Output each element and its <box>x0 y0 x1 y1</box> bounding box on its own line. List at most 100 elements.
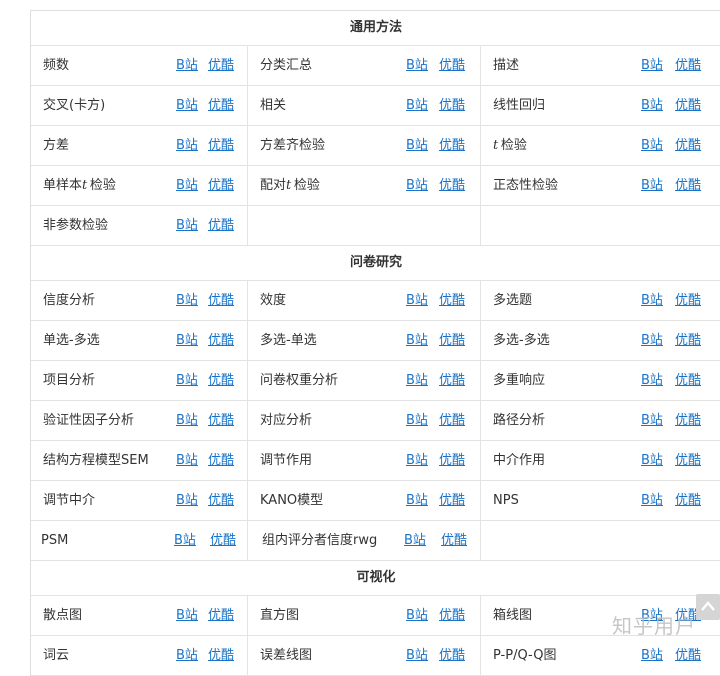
youku-link[interactable]: 优酷 <box>208 596 234 635</box>
bilibili-link[interactable]: B站 <box>176 361 198 400</box>
youku-link[interactable]: 优酷 <box>210 521 236 560</box>
youku-link[interactable]: 优酷 <box>208 321 234 360</box>
method-cell: 描述 B站 优酷 <box>481 46 720 85</box>
bilibili-link[interactable]: B站 <box>641 281 663 320</box>
chevron-up-icon <box>701 601 715 611</box>
method-name: 中介作用 <box>493 441 545 480</box>
youku-link[interactable]: 优酷 <box>439 361 465 400</box>
bilibili-link[interactable]: B站 <box>641 166 663 205</box>
method-name-text: 路径分析 <box>493 413 546 428</box>
youku-link[interactable]: 优酷 <box>675 441 701 480</box>
youku-link[interactable]: 优酷 <box>441 521 467 560</box>
bilibili-link[interactable]: B站 <box>176 441 198 480</box>
bilibili-link[interactable]: B站 <box>641 441 663 480</box>
bilibili-link[interactable]: B站 <box>406 86 428 125</box>
youku-link[interactable]: 优酷 <box>208 361 234 400</box>
method-name: KANO模型 <box>260 481 323 520</box>
youku-link[interactable]: 优酷 <box>439 166 465 205</box>
bilibili-link[interactable]: B站 <box>406 596 428 635</box>
bilibili-link[interactable]: B站 <box>406 481 428 520</box>
bilibili-link[interactable]: B站 <box>641 401 663 440</box>
youku-link[interactable]: 优酷 <box>675 481 701 520</box>
bilibili-link[interactable]: B站 <box>641 636 663 675</box>
method-name-text: 频数 <box>43 58 70 73</box>
youku-link[interactable]: 优酷 <box>675 361 701 400</box>
bilibili-link[interactable]: B站 <box>176 206 198 245</box>
youku-link[interactable]: 优酷 <box>439 636 465 675</box>
bilibili-link[interactable]: B站 <box>176 596 198 635</box>
bilibili-link[interactable]: B站 <box>406 321 428 360</box>
bilibili-link[interactable]: B站 <box>406 126 428 165</box>
bilibili-link[interactable]: B站 <box>641 126 663 165</box>
youku-link[interactable]: 优酷 <box>208 281 234 320</box>
youku-link[interactable]: 优酷 <box>208 166 234 205</box>
bilibili-link[interactable]: B站 <box>176 401 198 440</box>
bilibili-link[interactable]: B站 <box>406 281 428 320</box>
youku-link[interactable]: 优酷 <box>675 281 701 320</box>
method-name: 调节中介 <box>43 481 95 520</box>
method-cell: P-P/Q-Q图 B站 优酷 <box>481 636 720 675</box>
bilibili-link[interactable]: B站 <box>176 481 198 520</box>
bilibili-link[interactable]: B站 <box>404 521 426 560</box>
bilibili-link[interactable]: B站 <box>406 46 428 85</box>
bilibili-link[interactable]: B站 <box>641 46 663 85</box>
youku-link[interactable]: 优酷 <box>439 596 465 635</box>
method-name: 单样本t 检验 <box>43 166 116 205</box>
youku-link[interactable]: 优酷 <box>675 636 701 675</box>
bilibili-link[interactable]: B站 <box>406 401 428 440</box>
youku-link[interactable]: 优酷 <box>439 401 465 440</box>
method-cell: 调节作用 B站 优酷 <box>248 441 481 480</box>
youku-link[interactable]: 优酷 <box>208 481 234 520</box>
method-cell <box>248 206 481 245</box>
youku-link[interactable]: 优酷 <box>439 321 465 360</box>
youku-link[interactable]: 优酷 <box>208 46 234 85</box>
youku-link[interactable]: 优酷 <box>675 401 701 440</box>
youku-link[interactable]: 优酷 <box>439 281 465 320</box>
youku-link[interactable]: 优酷 <box>439 441 465 480</box>
bilibili-link[interactable]: B站 <box>406 441 428 480</box>
bilibili-link[interactable]: B站 <box>406 361 428 400</box>
method-name-text: 交叉(卡方) <box>43 98 106 113</box>
bilibili-link[interactable]: B站 <box>641 361 663 400</box>
bilibili-link[interactable]: B站 <box>176 281 198 320</box>
bilibili-link[interactable]: B站 <box>176 126 198 165</box>
youku-link[interactable]: 优酷 <box>208 86 234 125</box>
bilibili-link[interactable]: B站 <box>176 46 198 85</box>
bilibili-link[interactable]: B站 <box>641 321 663 360</box>
method-name: 分类汇总 <box>260 46 312 85</box>
bilibili-link[interactable]: B站 <box>176 321 198 360</box>
youku-link[interactable]: 优酷 <box>208 401 234 440</box>
method-name-text: KANO模型 <box>260 493 324 508</box>
bilibili-link[interactable]: B站 <box>406 166 428 205</box>
table-row: 项目分析 B站 优酷 问卷权重分析 B站 优酷 多重响应 B站 优酷 <box>31 361 720 401</box>
bilibili-link[interactable]: B站 <box>174 521 196 560</box>
method-name: 单选-多选 <box>43 321 100 360</box>
youku-link[interactable]: 优酷 <box>675 86 701 125</box>
bilibili-link[interactable]: B站 <box>176 166 198 205</box>
youku-link[interactable]: 优酷 <box>675 46 701 85</box>
youku-link[interactable]: 优酷 <box>675 166 701 205</box>
youku-link[interactable]: 优酷 <box>208 636 234 675</box>
bilibili-link[interactable]: B站 <box>176 86 198 125</box>
method-name-text: 中介作用 <box>493 453 546 468</box>
youku-link[interactable]: 优酷 <box>208 126 234 165</box>
back-to-top-button[interactable] <box>696 594 720 620</box>
youku-link[interactable]: 优酷 <box>439 86 465 125</box>
youku-link[interactable]: 优酷 <box>208 206 234 245</box>
method-name: 直方图 <box>260 596 299 635</box>
youku-link[interactable]: 优酷 <box>439 126 465 165</box>
youku-link[interactable]: 优酷 <box>208 441 234 480</box>
section-header: 通用方法 <box>31 11 720 46</box>
bilibili-link[interactable]: B站 <box>641 481 663 520</box>
method-cell: t 检验 B站 优酷 <box>481 126 720 165</box>
method-name: 方差 <box>43 126 69 165</box>
youku-link[interactable]: 优酷 <box>439 46 465 85</box>
youku-link[interactable]: 优酷 <box>675 126 701 165</box>
youku-link[interactable]: 优酷 <box>439 481 465 520</box>
method-name: 组内评分者信度rwg <box>262 521 377 560</box>
youku-link[interactable]: 优酷 <box>675 321 701 360</box>
bilibili-link[interactable]: B站 <box>641 86 663 125</box>
method-cell: 路径分析 B站 优酷 <box>481 401 720 440</box>
bilibili-link[interactable]: B站 <box>176 636 198 675</box>
bilibili-link[interactable]: B站 <box>406 636 428 675</box>
